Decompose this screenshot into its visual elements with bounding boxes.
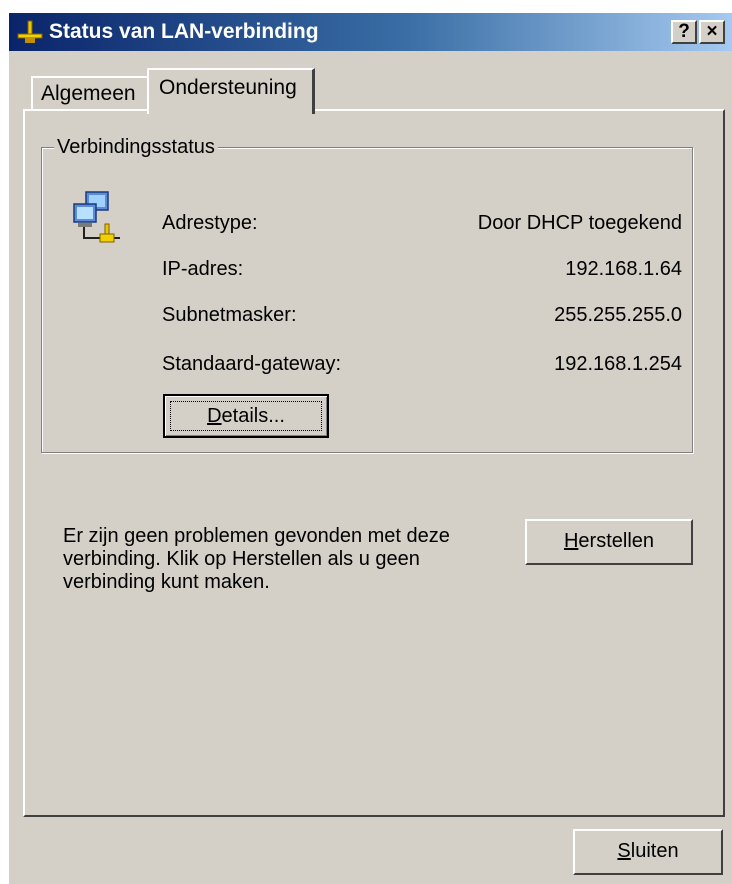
repair-status-message: Er zijn geen problemen gevonden met deze… xyxy=(63,525,450,593)
close-label-rest: luiten xyxy=(630,840,679,862)
address-type-value: Door DHCP toegekend xyxy=(477,212,682,234)
details-mnemonic: D xyxy=(207,405,222,427)
title-bar[interactable]: Status van LAN-verbinding ? × xyxy=(9,13,732,51)
dialog-window: Status van LAN-verbinding ? × Algemeen O… xyxy=(8,12,732,884)
repair-button[interactable]: Herstellen xyxy=(525,519,693,565)
help-button[interactable]: ? xyxy=(671,20,697,44)
subnet-mask-label: Subnetmasker: xyxy=(162,304,297,326)
details-button[interactable]: Details... xyxy=(163,394,329,438)
tab-algemeen[interactable]: Algemeen xyxy=(31,76,149,110)
connection-status-group: Verbindingsstatus Adrestype: Door DHCP t… xyxy=(41,134,693,453)
close-mnemonic: S xyxy=(617,840,631,862)
network-connection-icon xyxy=(17,20,43,43)
subnet-mask-value: 255.255.255.0 xyxy=(554,304,682,326)
repair-mnemonic: H xyxy=(563,530,579,552)
address-type-label: Adrestype: xyxy=(162,212,258,234)
close-button[interactable]: × xyxy=(699,20,725,44)
details-button-focus: Details... xyxy=(170,401,322,431)
details-label-rest: etails... xyxy=(221,405,285,427)
close-dialog-button[interactable]: Sluiten xyxy=(573,829,723,875)
tab-ondersteuning[interactable]: Ondersteuning xyxy=(147,68,315,114)
default-gateway-label: Standaard-gateway: xyxy=(162,353,342,375)
default-gateway-value: 192.168.1.254 xyxy=(554,353,682,375)
ip-address-value: 192.168.1.64 xyxy=(565,258,682,280)
window-title: Status van LAN-verbinding xyxy=(49,20,319,43)
network-computers-icon xyxy=(73,191,120,243)
repair-label-rest: erstellen xyxy=(578,530,655,552)
ip-address-label: IP-adres: xyxy=(162,258,244,280)
group-legend: Verbindingsstatus xyxy=(54,134,218,160)
